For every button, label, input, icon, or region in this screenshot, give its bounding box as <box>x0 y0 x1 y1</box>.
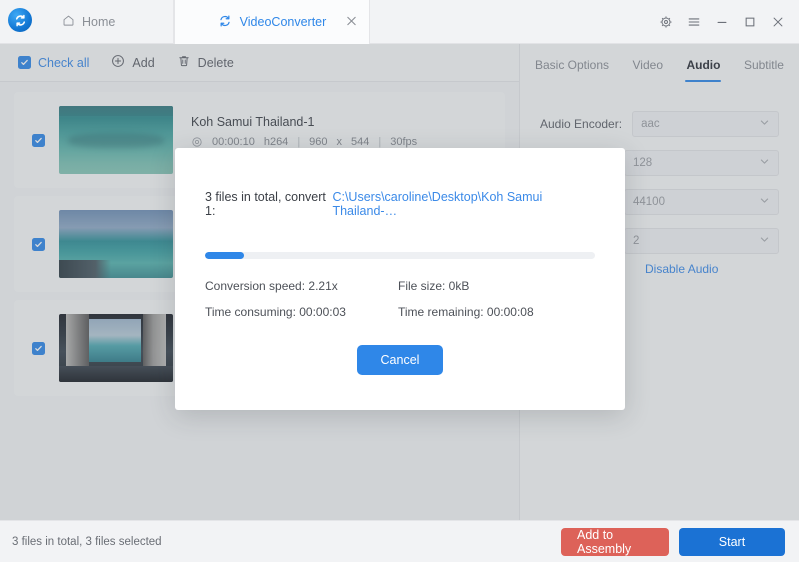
close-icon[interactable] <box>765 9 791 35</box>
cancel-button[interactable]: Cancel <box>357 345 443 375</box>
conversion-progress-dialog: 3 files in total, convert 1: C:\Users\ca… <box>175 148 625 410</box>
status-text: 3 files in total, 3 files selected <box>12 535 162 548</box>
time-remaining: Time remaining: 00:00:08 <box>398 305 534 319</box>
add-to-assembly-button[interactable]: Add to Assembly <box>561 527 669 556</box>
bottom-actions: Add to Assembly Start <box>561 527 785 556</box>
minimize-icon[interactable] <box>709 9 735 35</box>
window-tabs: Home VideoConverter <box>44 0 370 44</box>
title-bar: Home VideoConverter <box>0 0 799 44</box>
start-button[interactable]: Start <box>679 527 785 556</box>
tab-close-icon[interactable] <box>346 16 357 29</box>
hamburger-icon[interactable] <box>681 9 707 35</box>
tab-videoconverter[interactable]: VideoConverter <box>174 0 370 44</box>
bottom-bar: 3 files in total, 3 files selected Add t… <box>0 520 799 562</box>
gear-icon[interactable] <box>653 9 679 35</box>
tab-videoconverter-label: VideoConverter <box>239 15 327 29</box>
conversion-speed: Conversion speed: 2.21x <box>205 279 338 293</box>
tab-home[interactable]: Home <box>44 0 174 44</box>
window-controls <box>653 8 791 36</box>
file-size: File size: 0kB <box>398 279 470 293</box>
converter-logo-icon <box>8 8 32 32</box>
dialog-summary: 3 files in total, convert 1: C:\Users\ca… <box>205 190 595 218</box>
dialog-file-path: C:\Users\caroline\Desktop\Koh Samui Thai… <box>332 190 543 218</box>
dialog-actions: Cancel <box>205 345 595 375</box>
progress-bar-track <box>205 252 595 259</box>
dialog-summary-prefix: 3 files in total, convert 1: <box>205 190 326 218</box>
maximize-icon[interactable] <box>737 9 763 35</box>
app-logo <box>6 6 34 34</box>
conversion-stats: Conversion speed: 2.21x File size: 0kB T… <box>205 279 595 319</box>
time-consuming: Time consuming: 00:00:03 <box>205 305 346 319</box>
refresh-convert-icon <box>218 14 232 31</box>
app-window: Home VideoConverter Check all Add Delete… <box>0 0 799 562</box>
progress-bar-fill <box>205 252 244 259</box>
home-icon <box>62 14 75 30</box>
tab-home-label: Home <box>82 15 116 29</box>
